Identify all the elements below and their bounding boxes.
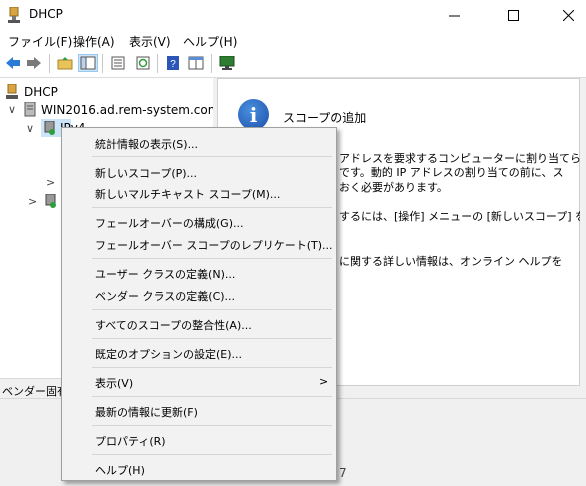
folder-up-icon bbox=[57, 57, 73, 70]
maximize-icon bbox=[507, 9, 519, 21]
help-button[interactable]: ? bbox=[163, 54, 183, 72]
svg-text:?: ? bbox=[170, 59, 176, 70]
menu-item-reconcile-all-scopes[interactable]: すべてのスコープの整合性(A)... bbox=[95, 317, 252, 333]
maximize-button[interactable] bbox=[494, 0, 532, 30]
dhcp-app-icon bbox=[8, 7, 20, 23]
menu-separator bbox=[92, 454, 332, 455]
close-icon bbox=[562, 9, 574, 21]
menu-item-configure-failover[interactable]: フェールオーバーの構成(G)... bbox=[95, 215, 244, 231]
menu-separator bbox=[92, 338, 332, 339]
details-title: スコープの追加 bbox=[283, 111, 367, 125]
display-button[interactable] bbox=[217, 54, 237, 72]
toolbar-separator bbox=[157, 54, 158, 73]
list-icon bbox=[111, 56, 125, 70]
menu-item-help[interactable]: ヘルプ(H) bbox=[95, 462, 145, 478]
refresh-icon bbox=[136, 56, 150, 70]
context-menu: 統計情報の表示(S)... 新しいスコープ(P)... 新しいマルチキャスト ス… bbox=[61, 127, 337, 481]
properties-pane-button[interactable] bbox=[186, 54, 206, 72]
minimize-icon bbox=[448, 15, 460, 16]
forward-button[interactable] bbox=[24, 54, 44, 72]
chevron-right-icon[interactable]: > bbox=[28, 195, 37, 208]
chevron-right-icon: > bbox=[319, 375, 329, 388]
vertical-scrollbar[interactable] bbox=[580, 78, 586, 398]
details-text-line: に関する詳しい情報は、オンライン ヘルプを bbox=[339, 255, 563, 268]
menu-bar: ファイル(F) 操作(A) 表示(V) ヘルプ(H) bbox=[0, 30, 586, 50]
minimize-button[interactable] bbox=[435, 0, 473, 30]
back-button[interactable] bbox=[3, 54, 23, 72]
toolbar: ? bbox=[0, 50, 586, 78]
menu-item-set-predefined-options[interactable]: 既定のオプションの設定(E)... bbox=[95, 346, 242, 362]
menu-view[interactable]: 表示(V) bbox=[129, 33, 171, 50]
forward-arrow-icon bbox=[27, 57, 41, 69]
menu-separator bbox=[92, 156, 332, 157]
menu-separator bbox=[92, 425, 332, 426]
menu-item-properties[interactable]: プロパティ(R) bbox=[95, 433, 166, 449]
server-icon bbox=[24, 102, 36, 117]
help-book-icon: ? bbox=[167, 56, 179, 70]
menu-separator bbox=[92, 396, 332, 397]
status-text: ベンダー固有 bbox=[2, 385, 68, 398]
menu-item-new-scope[interactable]: 新しいスコープ(P)... bbox=[95, 165, 197, 181]
menu-item-refresh[interactable]: 最新の情報に更新(F) bbox=[95, 404, 198, 420]
title-bar: DHCP bbox=[0, 0, 586, 30]
chevron-down-icon[interactable]: ∨ bbox=[26, 122, 34, 135]
export-list-button[interactable] bbox=[108, 54, 128, 72]
menu-item-view[interactable]: 表示(V) bbox=[95, 375, 133, 391]
pane-icon bbox=[188, 56, 204, 70]
monitor-icon bbox=[219, 56, 235, 70]
show-hide-tree-button[interactable] bbox=[78, 54, 98, 72]
menu-action[interactable]: 操作(A) bbox=[73, 33, 115, 50]
toolbar-separator bbox=[211, 54, 212, 73]
menu-item-define-user-classes[interactable]: ユーザー クラスの定義(N)... bbox=[95, 266, 235, 282]
console-tree-icon bbox=[80, 56, 96, 70]
details-text-line: です。動的 IP アドレスの割り当ての前に、ス bbox=[339, 166, 564, 179]
menu-item-view-statistics[interactable]: 統計情報の表示(S)... bbox=[95, 136, 198, 152]
menu-item-replicate-failover[interactable]: フェールオーバー スコープのレプリケート(T)... bbox=[95, 237, 333, 253]
lower-fragment: 7 bbox=[339, 466, 347, 480]
server-icon bbox=[45, 194, 56, 208]
up-folder-button[interactable] bbox=[55, 54, 75, 72]
window-title: DHCP bbox=[29, 7, 63, 21]
toolbar-separator bbox=[102, 54, 103, 73]
details-text-line: するには、[操作] メニューの [新しいスコープ] を bbox=[339, 210, 586, 223]
tree-node-dhcp[interactable]: DHCP bbox=[24, 85, 58, 99]
menu-separator bbox=[92, 258, 332, 259]
info-icon: i bbox=[238, 99, 269, 130]
menu-separator bbox=[92, 207, 332, 208]
menu-separator bbox=[92, 309, 332, 310]
close-button[interactable] bbox=[549, 0, 586, 30]
refresh-button[interactable] bbox=[133, 54, 153, 72]
menu-item-new-multicast-scope[interactable]: 新しいマルチキャスト スコープ(M)... bbox=[95, 186, 280, 202]
chevron-down-icon[interactable]: ∨ bbox=[8, 103, 16, 116]
details-text-line: おく必要があります。 bbox=[339, 181, 448, 194]
chevron-right-icon[interactable]: > bbox=[46, 176, 55, 189]
back-arrow-icon bbox=[6, 57, 20, 69]
tree-node-server[interactable]: WIN2016.ad.rem-system.com bbox=[41, 103, 219, 117]
menu-help[interactable]: ヘルプ(H) bbox=[183, 33, 237, 50]
dhcp-root-icon bbox=[6, 84, 18, 99]
menu-file[interactable]: ファイル(F) bbox=[8, 33, 72, 50]
ipv4-icon bbox=[44, 121, 55, 135]
menu-separator bbox=[92, 367, 332, 368]
menu-item-define-vendor-classes[interactable]: ベンダー クラスの定義(C)... bbox=[95, 288, 235, 304]
toolbar-separator bbox=[49, 54, 50, 73]
